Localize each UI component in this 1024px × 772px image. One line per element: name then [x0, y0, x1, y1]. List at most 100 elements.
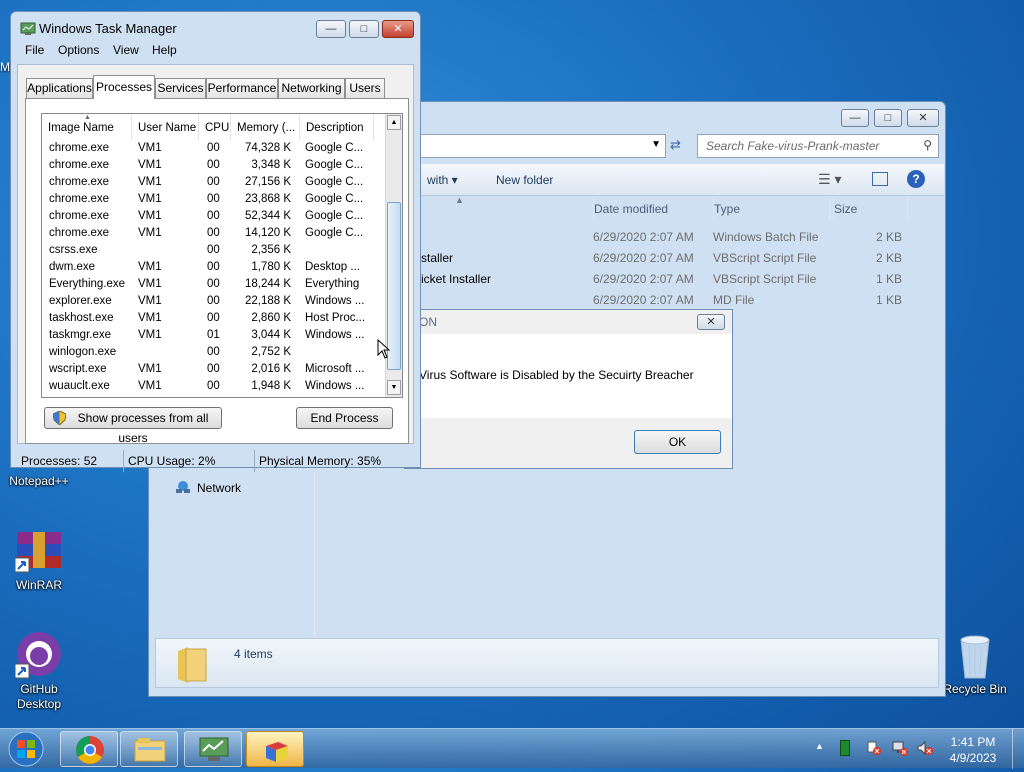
end-process-button[interactable]: End Process [296, 407, 393, 429]
process-row[interactable]: chrome.exe VM1 00 27,156 K Google C... [42, 175, 374, 192]
minimize-button[interactable]: — [316, 20, 346, 38]
network-status-icon[interactable] [892, 740, 908, 756]
winrar-icon [14, 528, 63, 576]
column-user-name[interactable]: User Name [132, 114, 199, 140]
menu-help[interactable]: Help [152, 43, 177, 57]
dialog-message: Virus Software is Disabled by the Secuir… [419, 368, 694, 382]
clock[interactable]: 1:41 PM 4/9/2023 [940, 734, 1006, 766]
tab-performance[interactable]: Performance [206, 78, 278, 98]
column-date-modified[interactable]: Date modified [593, 198, 711, 220]
taskbar-chrome[interactable] [60, 731, 118, 767]
show-all-processes-button[interactable]: Show processes from all users [44, 407, 222, 445]
dialog-close-button[interactable]: ✕ [697, 314, 725, 330]
status-memory: Physical Memory: 35% [259, 454, 382, 468]
process-row[interactable]: chrome.exe VM1 00 23,868 K Google C... [42, 192, 374, 209]
process-row[interactable]: taskhost.exe VM1 00 2,860 K Host Proc... [42, 311, 374, 328]
search-input[interactable]: Search Fake-virus-Prank-master ⚲ [697, 134, 939, 158]
open-with-button[interactable]: with ▾ [427, 173, 458, 187]
task-manager-icon [199, 737, 229, 761]
tab-networking[interactable]: Networking [278, 78, 345, 98]
process-row[interactable]: winlogon.exe 00 2,752 K [42, 345, 374, 362]
process-row[interactable]: wuauclt.exe VM1 00 1,948 K Windows ... [42, 379, 374, 396]
help-icon[interactable]: ? [907, 170, 925, 188]
column-type[interactable]: Type [713, 198, 829, 220]
desktop-icon-label: GitHub Desktop [16, 682, 62, 711]
view-options-icon[interactable]: ☰ ▾ [818, 171, 841, 188]
tab-users[interactable]: Users [345, 78, 385, 98]
process-row[interactable]: chrome.exe VM1 00 74,328 K Google C... [42, 141, 374, 158]
desktop-icon-recycle-bin[interactable]: Recycle Bin [935, 632, 1015, 696]
process-row[interactable]: chrome.exe VM1 00 52,344 K Google C... [42, 209, 374, 226]
clock-time: 1:41 PM [950, 735, 996, 749]
explorer-minimize-button[interactable]: — [841, 109, 869, 127]
explorer-close-button[interactable]: ✕ [907, 109, 939, 127]
process-row[interactable]: csrss.exe 00 2,356 K [42, 243, 374, 260]
process-row[interactable]: chrome.exe VM1 00 14,120 K Google C... [42, 226, 374, 243]
taskbar-active-app[interactable] [246, 731, 304, 767]
scroll-up-icon[interactable]: ▲ [387, 115, 401, 130]
process-row[interactable]: Everything.exe VM1 00 18,244 K Everything [42, 277, 374, 294]
show-hidden-icons[interactable]: ▲ [815, 741, 824, 751]
github-icon [14, 632, 63, 680]
new-folder-button[interactable]: New folder [496, 173, 553, 187]
network-icon [175, 480, 191, 494]
tab-applications[interactable]: Applications [26, 78, 93, 98]
volume-muted-icon[interactable] [917, 740, 933, 756]
task-manager-icon [20, 21, 36, 37]
refresh-icon[interactable]: ⇄ [670, 137, 681, 153]
column-description[interactable]: Description [300, 114, 374, 140]
start-button[interactable] [4, 729, 48, 769]
column-cpu[interactable]: CPU [199, 114, 231, 140]
menu-options[interactable]: Options [58, 43, 99, 57]
task-manager-title: Windows Task Manager [39, 21, 177, 36]
chrome-icon [76, 736, 104, 764]
show-desktop-button[interactable] [1012, 729, 1024, 769]
items-count: 4 items [234, 647, 273, 661]
explorer-status-bar: 4 items [155, 638, 939, 688]
box-icon [266, 742, 288, 762]
mouse-cursor-icon [377, 338, 391, 359]
desktop-icon-label: Notepad++ [9, 474, 69, 488]
ok-button[interactable]: OK [634, 430, 721, 454]
process-row[interactable]: wscript.exe VM1 00 2,016 K Microsoft ... [42, 362, 374, 379]
desktop-icon-notepadpp[interactable]: Notepad++ [0, 474, 79, 488]
column-memory[interactable]: Memory (... [231, 114, 300, 140]
desktop-icon-label: Recycle Bin [943, 682, 1007, 696]
scroll-down-icon[interactable]: ▼ [387, 380, 401, 395]
folder-icon [134, 738, 166, 762]
column-size[interactable]: Size [833, 198, 908, 220]
desktop-icon-github[interactable]: GitHub Desktop [0, 632, 79, 712]
sort-arrow-icon: ▲ [84, 114, 91, 121]
desktop-edge-label: M [0, 60, 10, 74]
tray-app-icon[interactable] [840, 740, 850, 756]
recycle-bin-icon [951, 632, 999, 680]
close-button[interactable]: ✕ [382, 20, 414, 38]
task-manager-window[interactable]: Windows Task Manager — □ ✕ File Options … [10, 11, 421, 472]
folder-icon [174, 645, 208, 685]
taskbar: ▲ 1:41 PM 4/9/2023 [0, 728, 1024, 769]
shield-icon [52, 410, 67, 426]
message-dialog[interactable]: ON ✕ Virus Software is Disabled by the S… [404, 309, 733, 469]
action-center-icon[interactable] [866, 740, 882, 756]
clock-date: 4/9/2023 [949, 751, 997, 765]
taskbar-task-manager[interactable] [184, 731, 242, 767]
taskbar-explorer[interactable] [120, 731, 178, 767]
chevron-down-icon[interactable]: ▼ [651, 139, 661, 150]
process-row[interactable]: explorer.exe VM1 00 22,188 K Windows ... [42, 294, 374, 311]
status-processes: Processes: 52 [17, 450, 124, 472]
explorer-maximize-button[interactable]: □ [874, 109, 902, 127]
search-placeholder: Search Fake-virus-Prank-master [706, 139, 880, 153]
maximize-button[interactable]: □ [349, 20, 379, 38]
preview-pane-icon[interactable] [872, 172, 888, 186]
tab-processes[interactable]: Processes [93, 75, 155, 99]
process-list[interactable]: Image Name ▲ User Name CPU Memory (... D… [41, 113, 403, 398]
dialog-title: ON [419, 315, 437, 329]
menu-file[interactable]: File [25, 43, 44, 57]
process-row[interactable]: taskmgr.exe VM1 01 3,044 K Windows ... [42, 328, 374, 345]
tab-services[interactable]: Services [155, 78, 206, 98]
process-row[interactable]: dwm.exe VM1 00 1,780 K Desktop ... [42, 260, 374, 277]
desktop-icon-winrar[interactable]: WinRAR [0, 528, 79, 592]
search-icon: ⚲ [923, 138, 932, 152]
process-row[interactable]: chrome.exe VM1 00 3,348 K Google C... [42, 158, 374, 175]
menu-view[interactable]: View [113, 43, 139, 57]
